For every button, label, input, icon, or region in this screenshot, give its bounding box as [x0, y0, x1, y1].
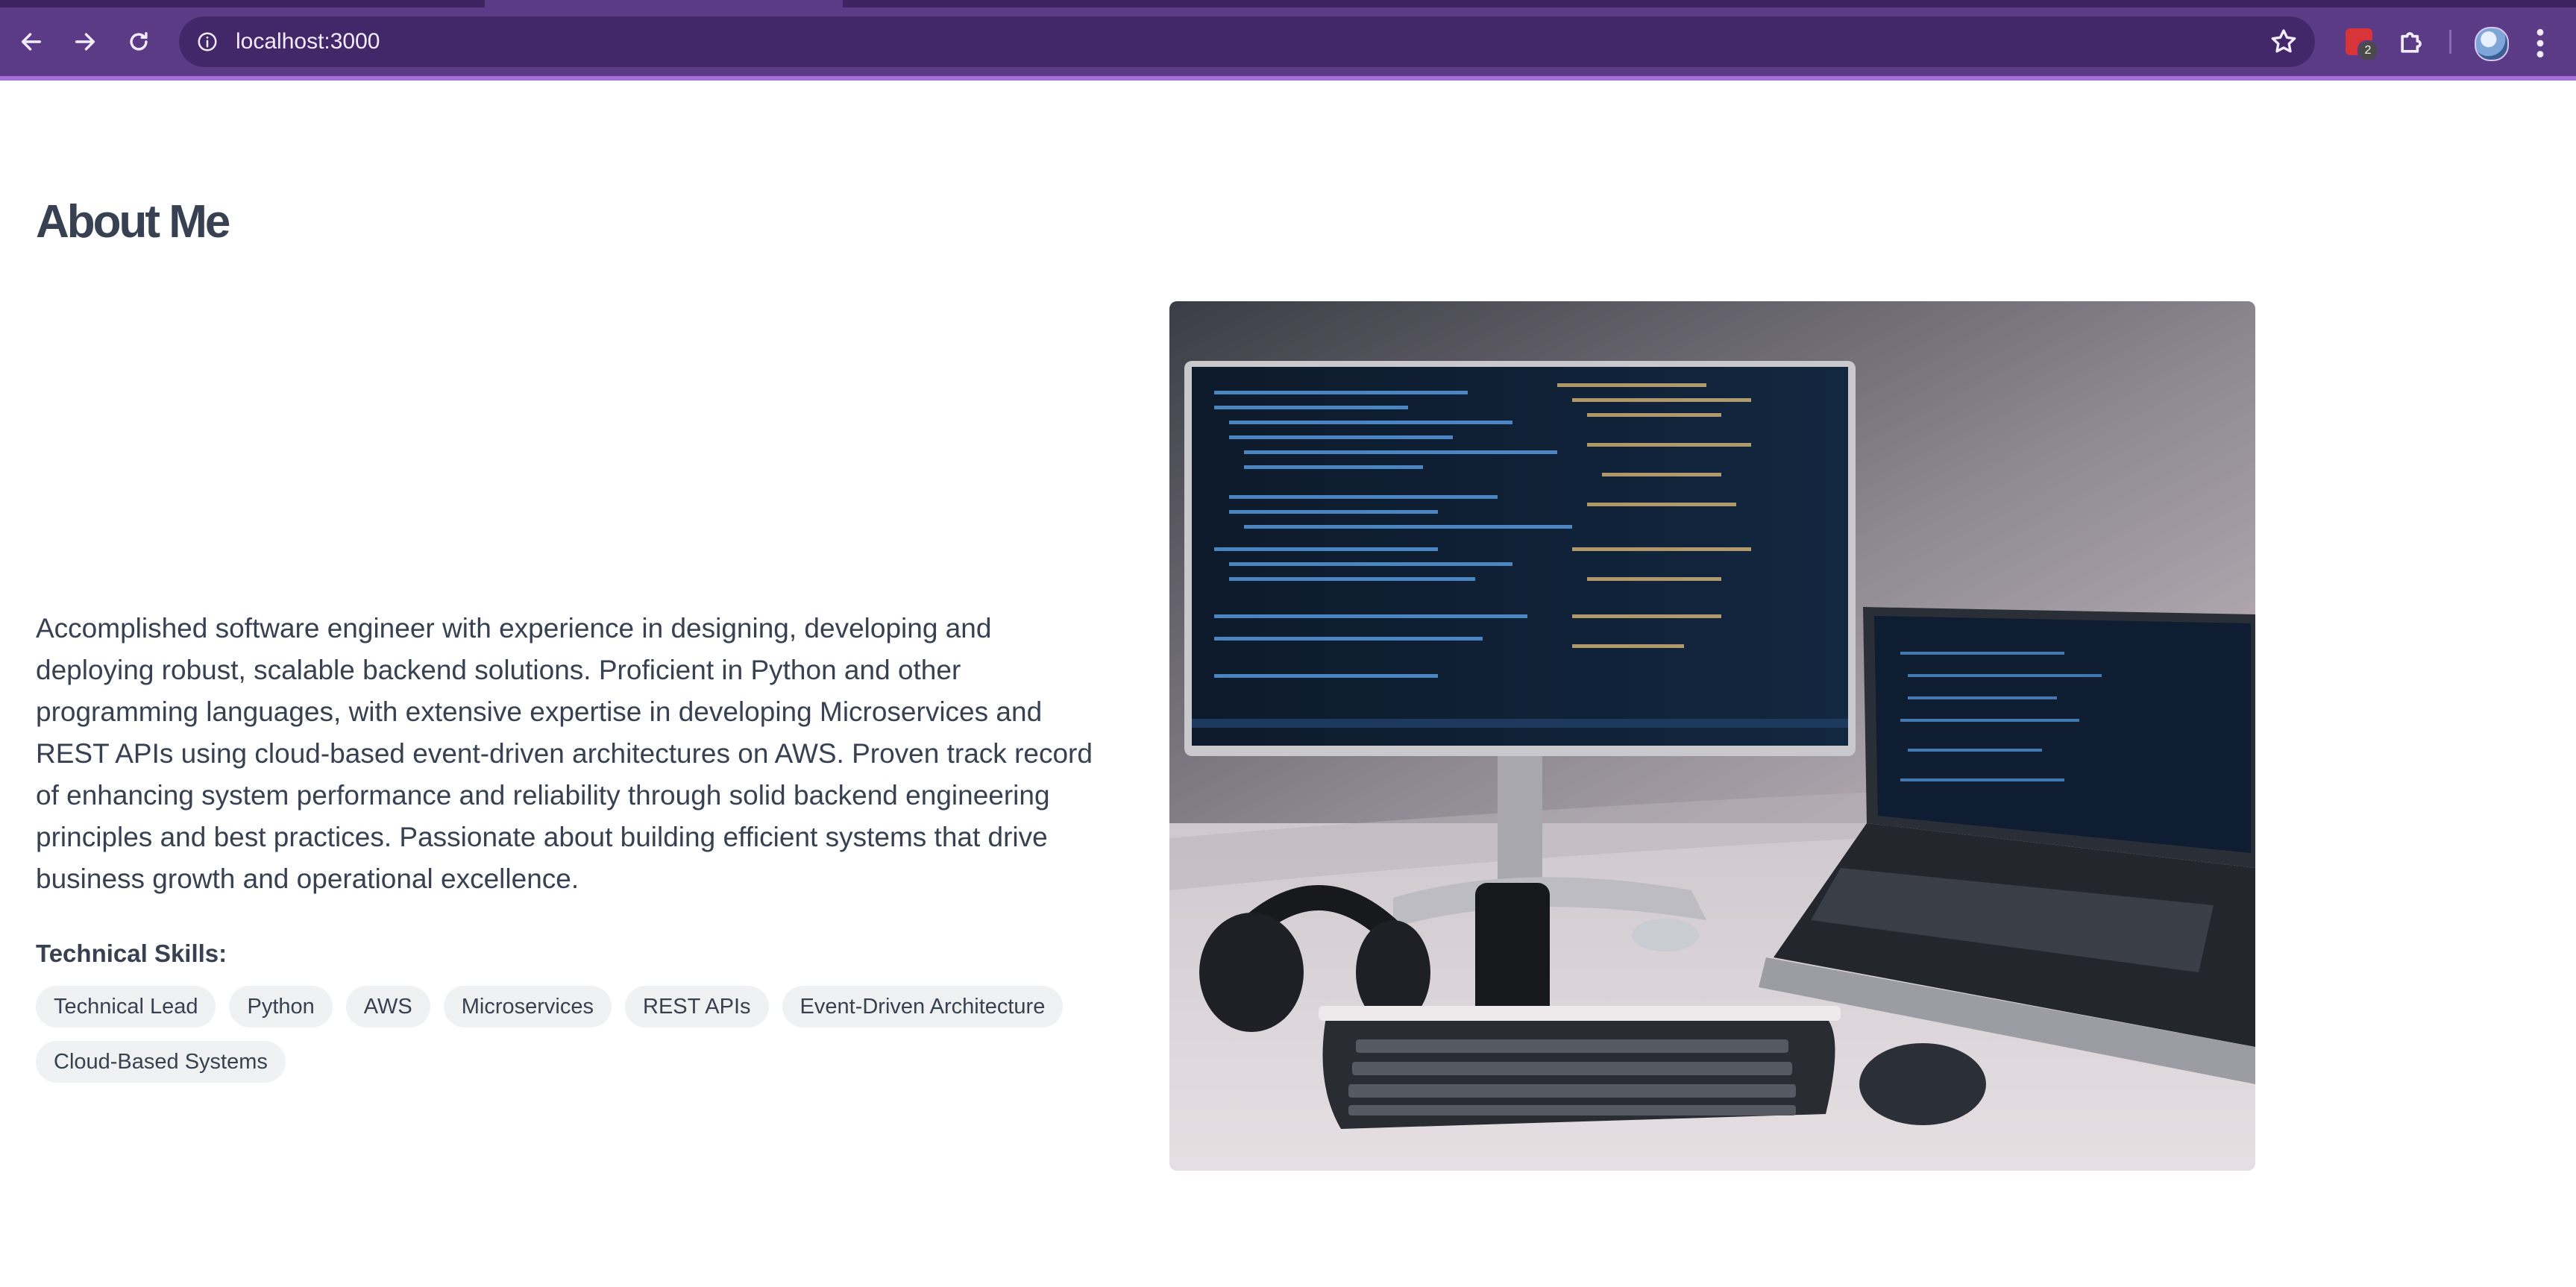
- info-icon: [198, 32, 217, 51]
- tab-strip: [0, 0, 2576, 7]
- site-info-button[interactable]: [192, 27, 222, 57]
- skill-chip: Event-Driven Architecture: [782, 986, 1064, 1028]
- skill-chip: Microservices: [443, 986, 612, 1028]
- forward-arrow-icon: [75, 33, 95, 51]
- page-title: About Me: [36, 196, 230, 248]
- profile-avatar[interactable]: [2475, 27, 2509, 61]
- extension-badge: 2: [2357, 40, 2378, 61]
- skill-chip: Cloud-Based Systems: [36, 1041, 286, 1083]
- browser-toolbar: localhost:3000 2: [0, 0, 2576, 81]
- skill-chip: Technical Lead: [36, 986, 216, 1028]
- desk-setup-illustration: [1169, 301, 2255, 1171]
- skills-list: Technical Lead Python AWS Microservices …: [36, 986, 1102, 1083]
- active-tab[interactable]: [485, 0, 843, 7]
- skill-chip: Python: [229, 986, 333, 1028]
- bio-paragraph: Accomplished software engineer with expe…: [36, 613, 1093, 894]
- skill-chip: REST APIs: [625, 986, 769, 1028]
- kebab-menu-icon[interactable]: [2533, 27, 2548, 60]
- star-icon[interactable]: [2269, 27, 2299, 57]
- skill-chip: AWS: [345, 986, 430, 1028]
- back-arrow-icon: [21, 33, 42, 51]
- puzzle-icon[interactable]: [2396, 25, 2428, 58]
- back-button[interactable]: [10, 21, 52, 63]
- workspace-photo: [1169, 301, 2255, 1171]
- extension-button[interactable]: 2: [2346, 28, 2378, 61]
- reload-button[interactable]: [118, 21, 160, 63]
- address-bar[interactable]: localhost:3000: [179, 16, 2315, 67]
- skills-heading: Technical Skills:: [36, 940, 227, 967]
- toolbar-divider: [2449, 30, 2451, 54]
- url-text[interactable]: localhost:3000: [236, 29, 380, 54]
- forward-button[interactable]: [64, 21, 106, 63]
- reload-icon: [130, 31, 148, 51]
